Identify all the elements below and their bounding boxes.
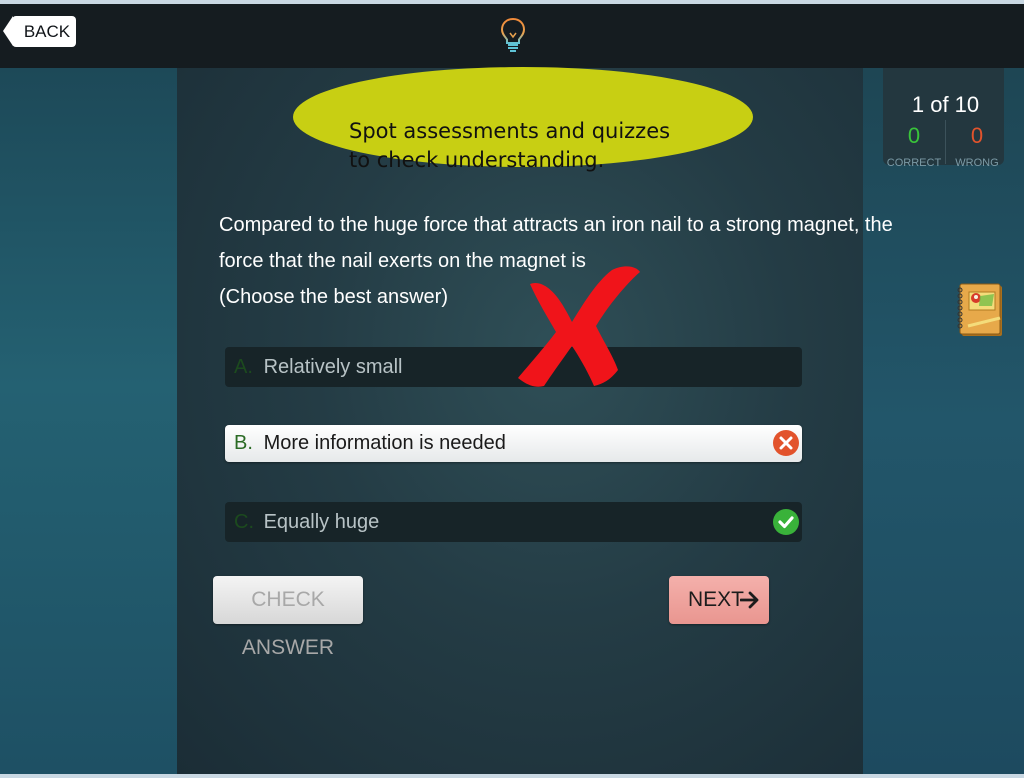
- correct-count: 0: [907, 123, 921, 148]
- answer-letter: A.: [234, 356, 253, 378]
- back-button[interactable]: BACK: [3, 16, 76, 47]
- question-line: Compared to the huge force that attracts…: [219, 214, 893, 236]
- wrong-label: WRONG: [955, 157, 999, 169]
- question-progress: 1 of 10: [911, 92, 980, 117]
- answer-letter: C.: [234, 511, 254, 533]
- callout-bubble: Spot assessments and quizzes to check un…: [293, 67, 753, 172]
- answer-option-a[interactable]: A. Relatively small: [225, 347, 802, 387]
- answer-text: More information is needed: [263, 432, 506, 454]
- arrow-right-icon: [740, 591, 759, 609]
- window-frame-bottom: [0, 774, 1024, 778]
- right-sidebar: [863, 68, 1024, 774]
- score-panel: 1 of 10 0 0 CORRECT WRONG: [883, 68, 1004, 169]
- answer-text: Relatively small: [263, 356, 403, 378]
- answer-text: Equally huge: [263, 511, 380, 533]
- correct-label: CORRECT: [886, 157, 942, 169]
- check-answer-button[interactable]: CHECK ANSWER: [213, 576, 363, 659]
- wrong-x-icon: [773, 430, 799, 456]
- lightbulb-icon[interactable]: [500, 17, 526, 55]
- left-sidebar: [0, 68, 177, 774]
- answer-option-c[interactable]: C. Equally huge: [225, 502, 802, 542]
- wrong-count: 0: [970, 123, 984, 148]
- answer-option-b[interactable]: B. More information is needed: [225, 425, 802, 462]
- top-bar: BACK: [0, 4, 1024, 68]
- next-label: NEXT: [688, 588, 745, 611]
- next-button[interactable]: NEXT: [669, 576, 769, 624]
- notebook-icon[interactable]: [956, 282, 1004, 338]
- question-text: Compared to the huge force that attracts…: [219, 207, 893, 315]
- question-line: (Choose the best answer): [219, 286, 449, 308]
- correct-check-icon: [773, 509, 799, 535]
- answer-letter: B.: [234, 432, 253, 454]
- question-line: force that the nail exerts on the magnet…: [219, 250, 586, 272]
